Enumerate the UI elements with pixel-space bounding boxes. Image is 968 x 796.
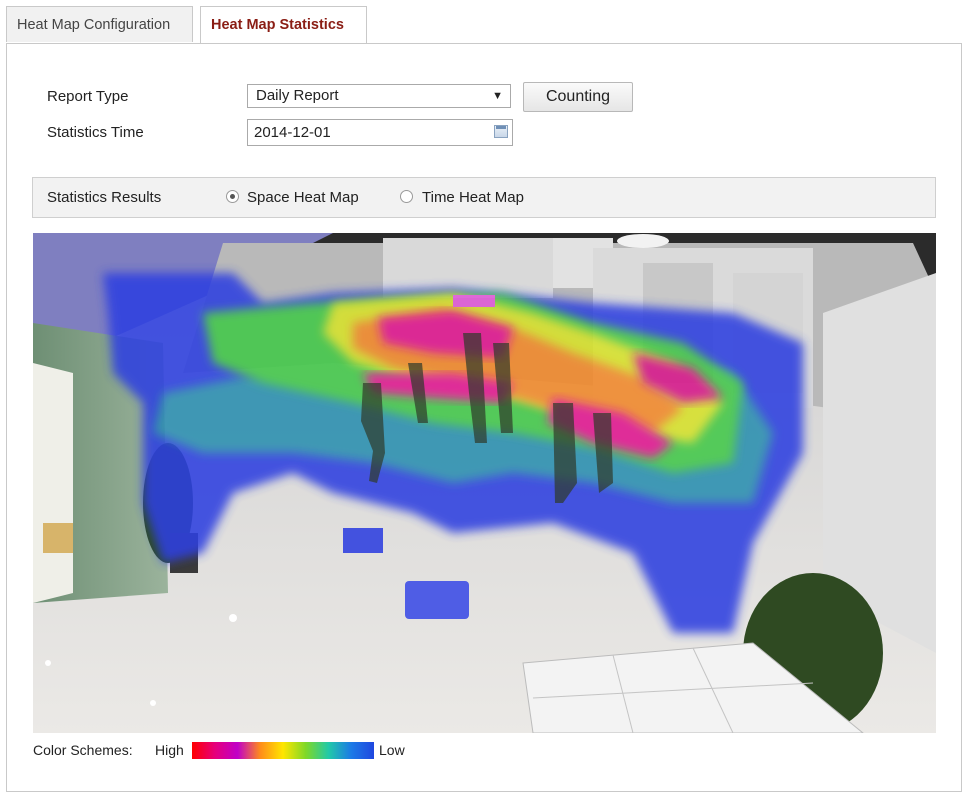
statistics-time-input[interactable]: 2014-12-01 (247, 119, 513, 146)
statistics-time-value: 2014-12-01 (254, 124, 331, 141)
counting-button[interactable]: Counting (523, 82, 633, 112)
time-heat-map-radio[interactable] (400, 190, 413, 203)
statistics-results-label: Statistics Results (47, 189, 162, 206)
statistics-results-bar: Statistics Results Space Heat Map Time H… (32, 177, 936, 218)
calendar-icon[interactable] (494, 125, 508, 138)
tab-heat-map-statistics[interactable]: Heat Map Statistics (200, 6, 367, 45)
time-heat-map-label[interactable]: Time Heat Map (422, 189, 524, 206)
heat-map-image (33, 233, 936, 733)
tab-heat-map-configuration[interactable]: Heat Map Configuration (6, 6, 193, 42)
legend-low-label: Low (379, 742, 405, 758)
space-heat-map-label[interactable]: Space Heat Map (247, 189, 359, 206)
report-type-value: Daily Report (256, 87, 339, 104)
chevron-down-icon: ▼ (492, 90, 503, 102)
color-scheme-legend: Color Schemes: High Low (33, 742, 433, 762)
report-type-label: Report Type (47, 88, 129, 105)
statistics-panel: Report Type Daily Report ▼ Counting Stat… (6, 43, 962, 792)
legend-high-label: High (155, 742, 184, 758)
statistics-time-label: Statistics Time (47, 124, 144, 141)
space-heat-map-radio[interactable] (226, 190, 239, 203)
color-gradient-bar (192, 742, 374, 759)
color-schemes-label: Color Schemes: (33, 742, 133, 758)
report-type-select[interactable]: Daily Report ▼ (247, 84, 511, 108)
